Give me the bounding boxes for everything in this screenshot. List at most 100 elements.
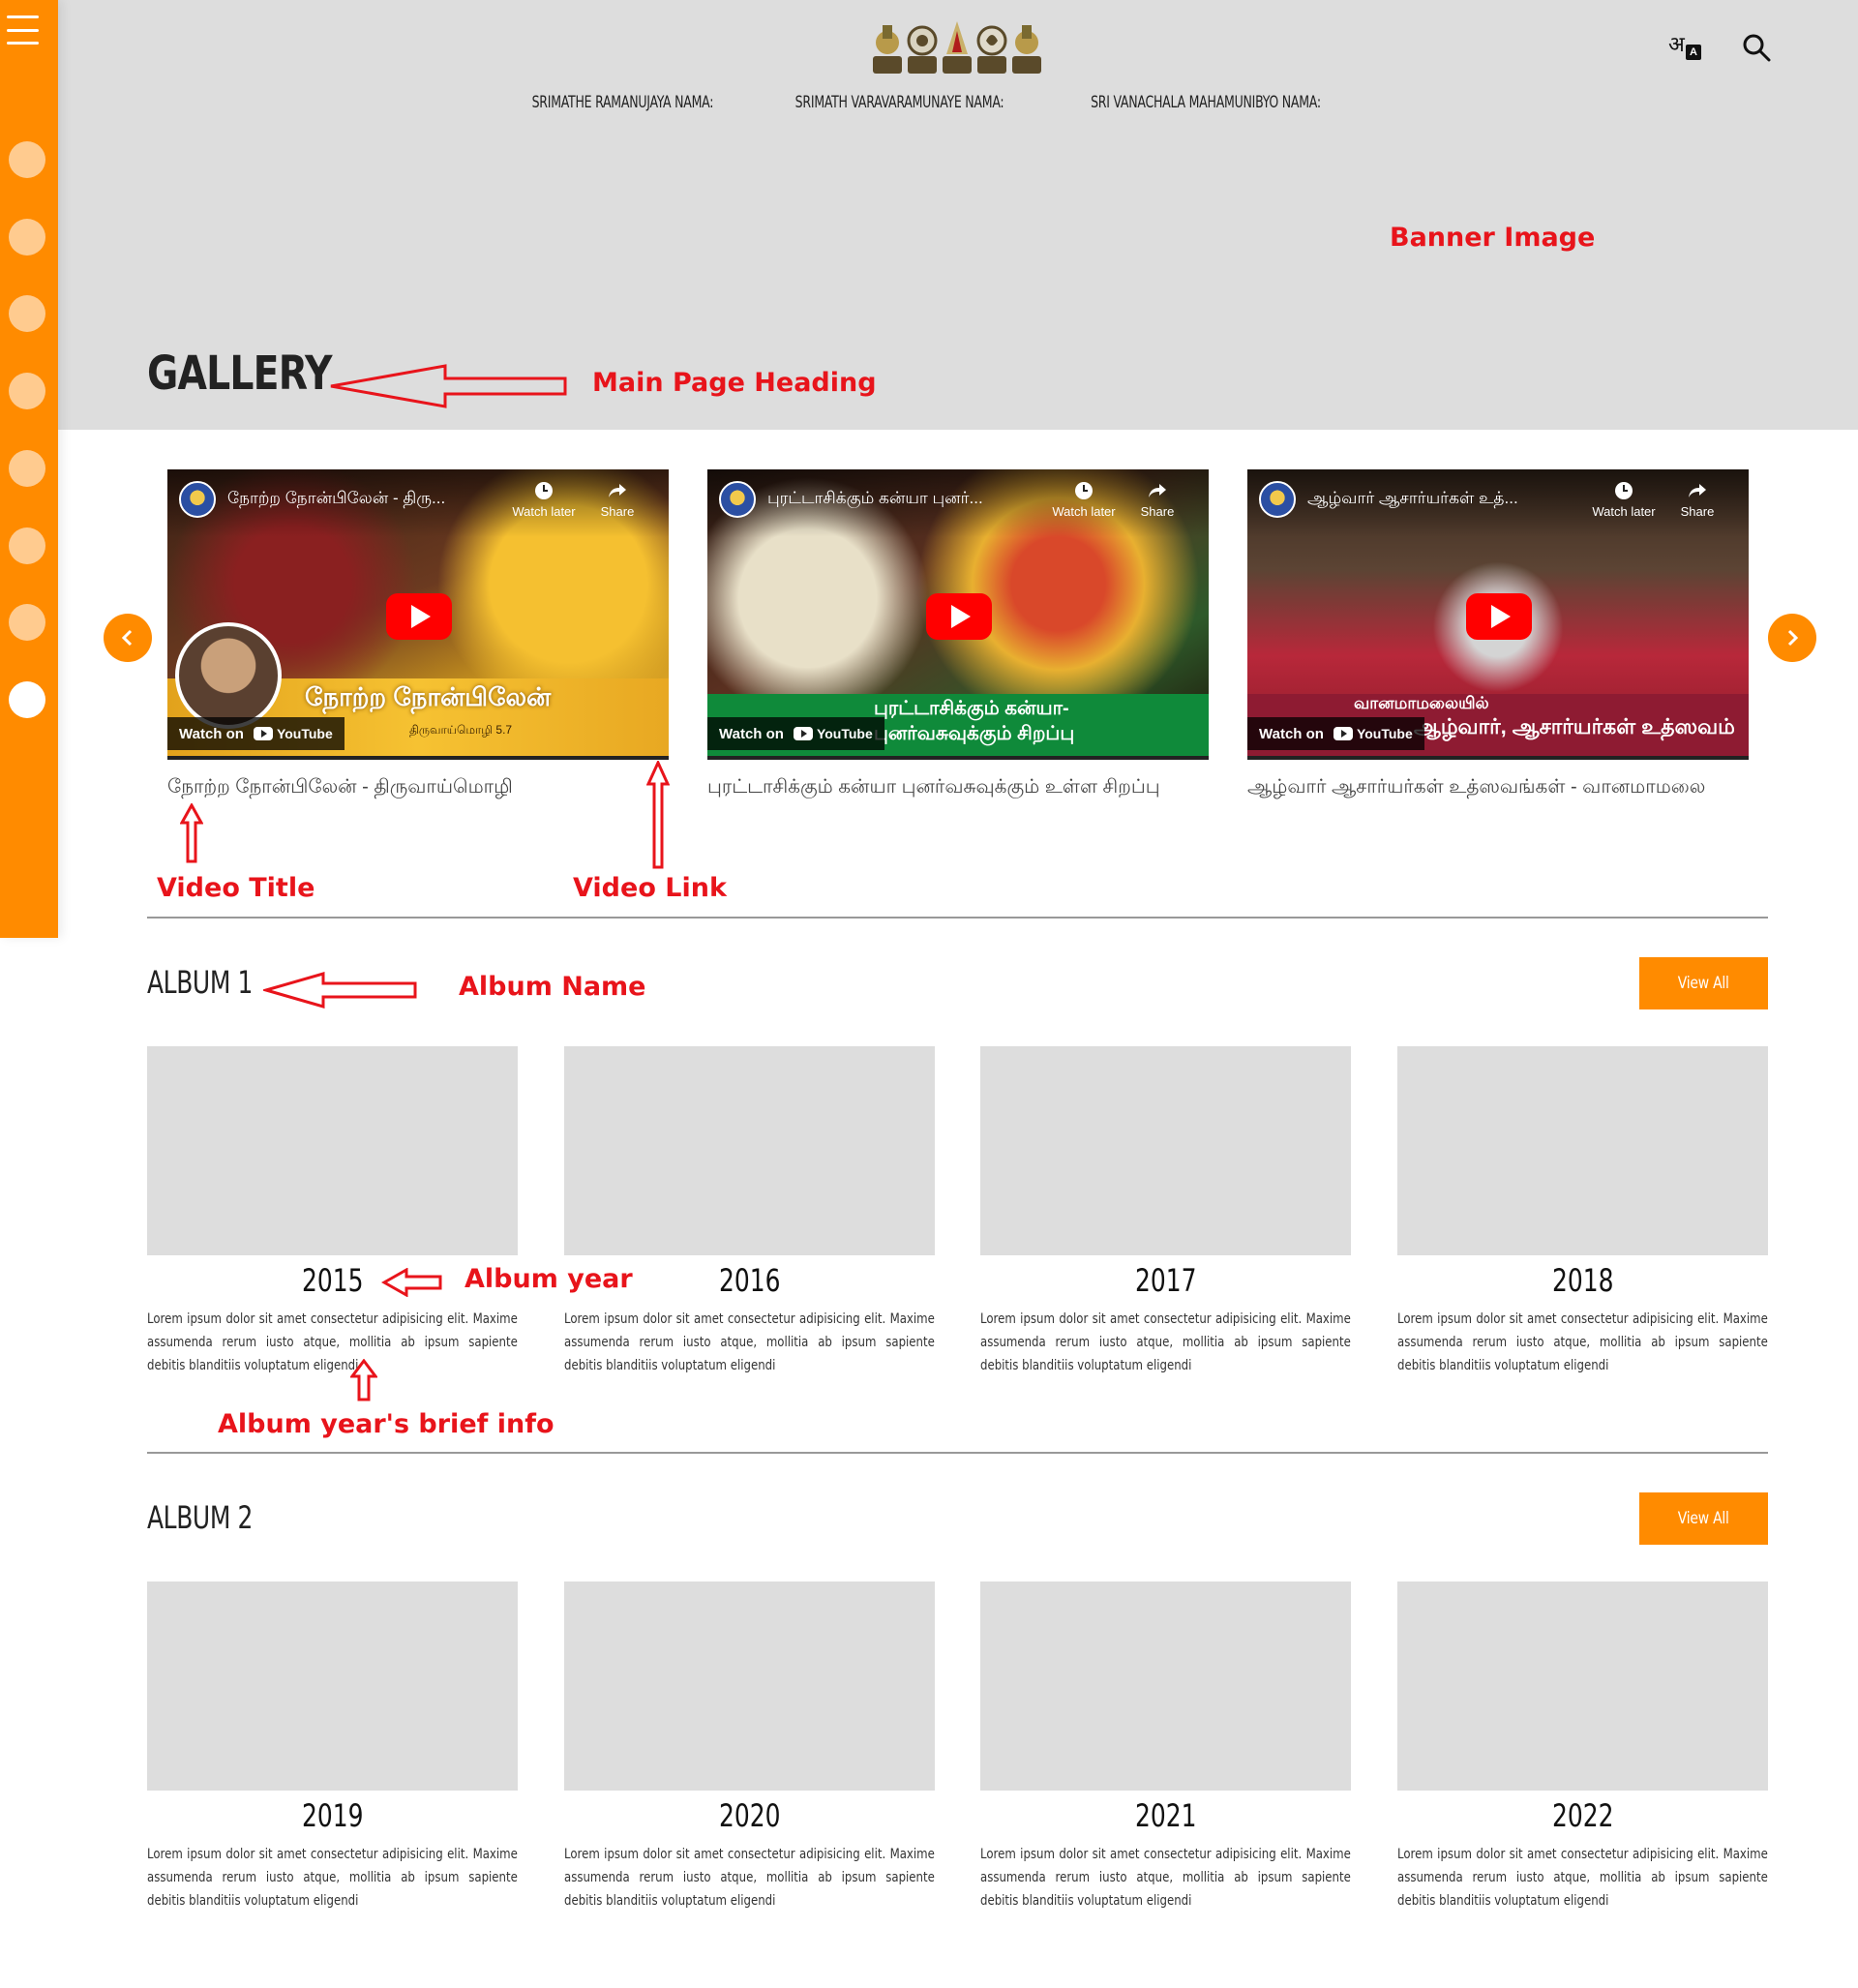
album-year-image[interactable] <box>980 1581 1351 1791</box>
page-title: GALLERY <box>147 346 333 401</box>
logo[interactable] <box>869 17 1047 75</box>
nav-item-vanachala[interactable]: SRI VANACHALA MAHAMUNIBYO NAMA: <box>1091 93 1321 112</box>
youtube-title[interactable]: புரட்டாசிக்கும் கன்யா புனர்... <box>767 489 983 510</box>
album-year-card: 2019 Lorem ipsum dolor sit amet consecte… <box>147 1581 518 1913</box>
video-title[interactable]: நோற்ற நோன்பிலேன் - திருவாய்மொழி <box>167 773 651 800</box>
watch-on-label: Watch on <box>719 725 784 742</box>
divider <box>147 1452 1768 1454</box>
nav-item-varavaramunaye[interactable]: SRIMATH VARAVARAMUNAYE NAMA: <box>795 93 1004 112</box>
album-year[interactable]: 2018 <box>1397 1259 1768 1302</box>
watch-later-label: Watch later <box>512 504 576 519</box>
watch-on-label: Watch on <box>1259 725 1324 742</box>
sidebar-dot-6[interactable] <box>9 527 45 564</box>
sidebar-dot-7[interactable] <box>9 604 45 641</box>
album-year[interactable]: 2015 <box>147 1259 518 1302</box>
album-year-info: Lorem ipsum dolor sit amet consectetur a… <box>1397 1311 1768 1373</box>
album-year-info: Lorem ipsum dolor sit amet consectetur a… <box>564 1847 935 1909</box>
youtube-title[interactable]: ஆழ்வார் ஆசார்யர்கள் உத்... <box>1307 489 1518 510</box>
annotation-arrow-left-icon <box>330 364 567 408</box>
album-year[interactable]: 2020 <box>564 1794 935 1837</box>
album-year[interactable]: 2021 <box>980 1794 1351 1837</box>
share-button[interactable]: Share <box>1663 481 1731 519</box>
watch-later-button[interactable]: Watch later <box>1050 481 1118 519</box>
youtube-logo-icon: YouTube <box>793 726 873 741</box>
video-link[interactable]: ஆழ்வார் ஆசார்யர்கள் உத்... Watch later S… <box>1247 469 1749 760</box>
video-link[interactable]: நோற்ற நோன்பிலேன் - திரு... Watch later S… <box>167 469 669 760</box>
album-year-image[interactable] <box>1397 1046 1768 1255</box>
channel-avatar[interactable] <box>719 481 756 518</box>
video-card-2: புரட்டாசிக்கும் கன்யா புனர்... Watch lat… <box>707 469 1209 800</box>
share-icon <box>1689 484 1706 497</box>
share-icon <box>1149 484 1166 497</box>
watch-on-youtube[interactable]: Watch on YouTube <box>167 717 345 750</box>
video-overlay-title: ஆழ்வார், ஆசார்யர்கள் உத்ஸவம் <box>1414 714 1735 738</box>
watch-on-youtube[interactable]: Watch on YouTube <box>1247 717 1424 750</box>
sidebar-dot-8-active[interactable] <box>9 681 45 718</box>
divider <box>147 917 1768 919</box>
album-year[interactable]: 2019 <box>147 1794 518 1837</box>
annotation-arrow-up-icon <box>350 1359 377 1401</box>
nav-item-ramanujaya[interactable]: SRIMATHE RAMANUJAYA NAMA: <box>532 93 714 112</box>
album-year-card: 2015 Lorem ipsum dolor sit amet consecte… <box>147 1046 518 1377</box>
annotation-arrow-up-icon <box>180 803 203 863</box>
translate-icon[interactable]: अ A <box>1666 31 1705 64</box>
video-card-3: ஆழ்வார் ஆசார்யர்கள் உத்... Watch later S… <box>1247 469 1749 800</box>
play-button[interactable] <box>1466 593 1532 640</box>
album-year-card: 2016 Lorem ipsum dolor sit amet consecte… <box>564 1046 935 1377</box>
top-nav: SRIMATHE RAMANUJAYA NAMA: SRIMATH VARAVA… <box>0 93 1858 112</box>
album-name: ALBUM 1 <box>147 964 253 1001</box>
share-button[interactable]: Share <box>1124 481 1191 519</box>
video-title[interactable]: புரட்டாசிக்கும் கன்யா புனர்வசுவுக்கும் உ… <box>707 773 1191 800</box>
album-year-info: Lorem ipsum dolor sit amet consectetur a… <box>980 1311 1351 1373</box>
sidebar-dot-5[interactable] <box>9 450 45 487</box>
album-year[interactable]: 2017 <box>980 1259 1351 1302</box>
album-name: ALBUM 2 <box>147 1499 253 1536</box>
translate-glyph: अ <box>1668 33 1685 57</box>
album-year-info: Lorem ipsum dolor sit amet consectetur a… <box>1397 1847 1768 1909</box>
album-year-card: 2022 Lorem ipsum dolor sit amet consecte… <box>1397 1581 1768 1913</box>
youtube-title[interactable]: நோற்ற நோன்பிலேன் - திரு... <box>227 489 445 510</box>
album-year-image[interactable] <box>147 1046 518 1255</box>
album-year-image[interactable] <box>564 1581 935 1791</box>
search-icon[interactable] <box>1742 33 1771 62</box>
play-button[interactable] <box>926 593 992 640</box>
watch-on-youtube[interactable]: Watch on YouTube <box>707 717 884 750</box>
channel-avatar[interactable] <box>179 481 216 518</box>
chevron-left-icon <box>121 629 133 647</box>
album-year-info: Lorem ipsum dolor sit amet consectetur a… <box>564 1311 935 1373</box>
sidebar-dot-2[interactable] <box>9 219 45 256</box>
share-button[interactable]: Share <box>584 481 651 519</box>
hamburger-menu-icon[interactable] <box>7 15 39 45</box>
watch-later-label: Watch later <box>1592 504 1656 519</box>
sidebar-dot-1[interactable] <box>9 141 45 178</box>
annotation-album-info: Album year's brief info <box>218 1409 554 1439</box>
album-year[interactable]: 2022 <box>1397 1794 1768 1837</box>
sidebar-dot-4[interactable] <box>9 373 45 409</box>
channel-avatar[interactable] <box>1259 481 1296 518</box>
clock-icon <box>1615 482 1633 499</box>
play-button[interactable] <box>386 593 452 640</box>
album-year-image[interactable] <box>1397 1581 1768 1791</box>
annotation-main-heading: Main Page Heading <box>592 368 877 398</box>
annotation-arrow-up-icon <box>646 761 670 869</box>
sidebar-dot-3[interactable] <box>9 295 45 332</box>
video-link[interactable]: புரட்டாசிக்கும் கன்யா புனர்... Watch lat… <box>707 469 1209 760</box>
sidebar <box>0 0 58 938</box>
annotation-arrow-left-icon <box>263 972 417 1009</box>
video-title[interactable]: ஆழ்வார் ஆசார்யர்கள் உத்ஸவங்கள் - வானமாமல… <box>1247 773 1731 800</box>
watch-later-button[interactable]: Watch later <box>1590 481 1658 519</box>
view-all-button[interactable]: View All <box>1639 1492 1768 1545</box>
album-year-image[interactable] <box>147 1581 518 1791</box>
album-year-image[interactable] <box>564 1046 935 1255</box>
video-overlay-title: நோற்ற நோன்பிலேன் <box>305 682 552 711</box>
share-label: Share <box>1680 504 1715 519</box>
album-year-image[interactable] <box>980 1046 1351 1255</box>
watch-later-button[interactable]: Watch later <box>510 481 578 519</box>
share-label: Share <box>1140 504 1175 519</box>
carousel-next-button[interactable] <box>1768 614 1816 662</box>
carousel-prev-button[interactable] <box>104 614 152 662</box>
watch-on-label: Watch on <box>179 725 244 742</box>
video-overlay-title: புரட்டாசிக்கும் கன்யா-புனர்வசுவுக்கும் ச… <box>874 698 1075 744</box>
view-all-button[interactable]: View All <box>1639 957 1768 1009</box>
album-year-info: Lorem ipsum dolor sit amet consectetur a… <box>147 1311 518 1373</box>
